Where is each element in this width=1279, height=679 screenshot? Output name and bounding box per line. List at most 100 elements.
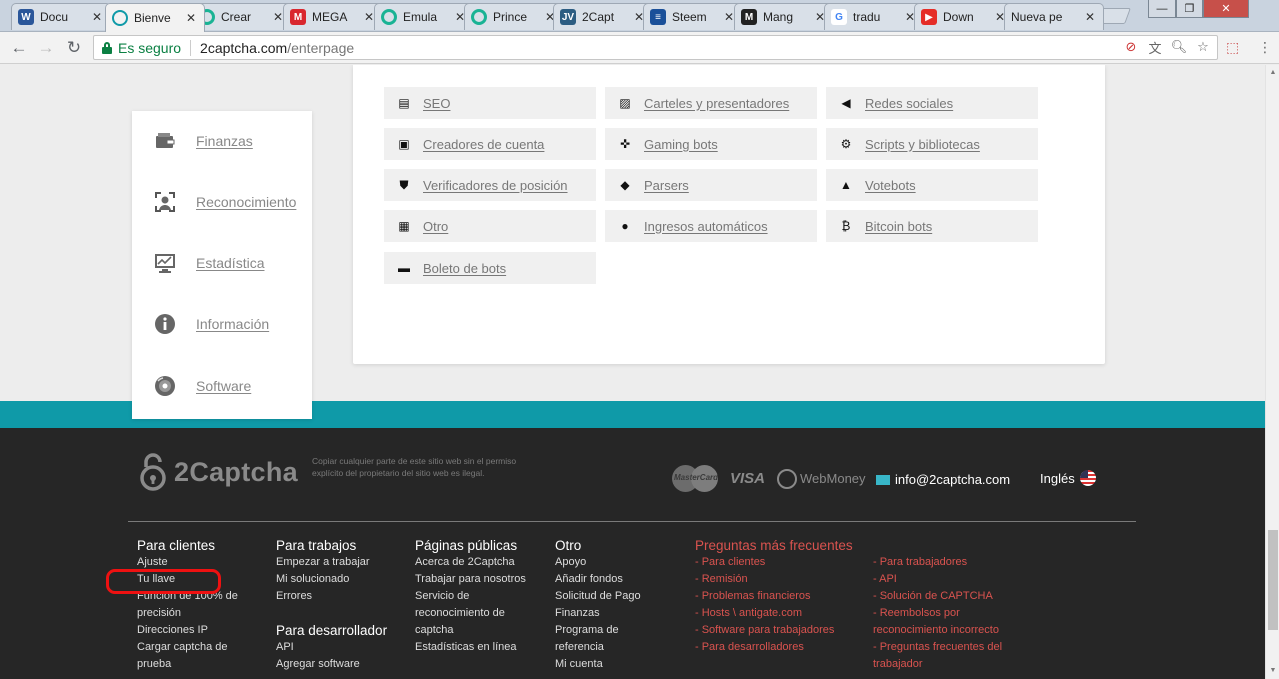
category-item[interactable]: ✜ Gaming bots (605, 128, 817, 160)
faq-link[interactable]: - Problemas financieros (695, 588, 865, 605)
category-label: Ingresos automáticos (644, 218, 768, 234)
mega-icon: M (290, 9, 306, 25)
tab-close-icon[interactable]: ✕ (186, 11, 198, 25)
tab-title: Nueva pe (1011, 10, 1063, 24)
category-item[interactable]: ▨ Carteles y presentadores (605, 87, 817, 119)
browser-tab[interactable]: Nueva pe ✕ (1004, 3, 1104, 30)
footer-link[interactable]: Servicio de reconocimiento de captcha (415, 588, 540, 639)
footer-col-faq-left: Preguntas más frecuentes - Para clientes -… (695, 537, 865, 656)
faq-link[interactable]: - Software para trabajadores (695, 622, 865, 639)
category-label: Redes sociales (865, 95, 954, 111)
sidebar-item-software[interactable]: Software (132, 371, 312, 401)
browser-tab[interactable]: Prince ✕ (464, 3, 564, 30)
category-item[interactable]: ⛊ Verificadores de posición (384, 169, 596, 201)
category-item[interactable]: ▬ Boleto de bots (384, 252, 596, 284)
tab-close-icon[interactable]: ✕ (92, 10, 104, 24)
footer-link[interactable]: Mi solucionado (276, 571, 401, 588)
forward-button[interactable]: → (35, 37, 57, 59)
footer-link[interactable]: Estadísticas en línea (415, 639, 540, 656)
bookmark-star-icon[interactable]: ☆ (1195, 39, 1211, 55)
category-item[interactable]: ▦ Otro (384, 210, 596, 242)
footer-link[interactable]: Errores (276, 588, 401, 605)
faq-link[interactable]: - Para trabajadores (873, 554, 1018, 571)
sidebar-item-estadistica[interactable]: Estadística (132, 248, 312, 278)
language-selector[interactable]: Inglés (1040, 470, 1096, 486)
footer-link[interactable]: Finanzas (555, 605, 665, 622)
footer-link[interactable]: Direcciones IP (137, 622, 262, 639)
tab-close-icon[interactable]: ✕ (1085, 10, 1097, 24)
zoom-icon[interactable]: 🔍︎ (1171, 39, 1188, 55)
footer-link[interactable]: Empezar a trabajar (276, 554, 401, 571)
footer-link[interactable]: Trabajar para nosotros (415, 571, 540, 588)
category-label: Otro (423, 218, 449, 234)
minimize-button[interactable]: — (1148, 0, 1176, 18)
browser-tab[interactable]: Bienve ✕ (105, 3, 205, 32)
category-label: SEO (423, 95, 451, 111)
footer-link[interactable]: Cargar captcha de prueba (137, 639, 262, 673)
faq-link[interactable]: - Reembolsos por reconocimiento incorrec… (873, 605, 1018, 639)
footer-heading: Para trabajos (276, 538, 357, 553)
faq-link[interactable]: - Para desarrolladores (695, 639, 865, 656)
footer-heading: Para desarrollador (276, 623, 388, 638)
browser-tab[interactable]: Gtradu ✕ (824, 3, 924, 30)
footer-link[interactable]: Añadir fondos (555, 571, 665, 588)
browser-tab[interactable]: Emula ✕ (374, 3, 474, 30)
blocked-icon[interactable]: ⊘ (1123, 39, 1139, 55)
info-icon (155, 314, 175, 334)
translate-icon[interactable]: 文 (1147, 39, 1163, 56)
browser-tab[interactable]: W Docu ✕ (11, 3, 111, 30)
sidebar-card: Finanzas Reconocimiento Estadística Info… (132, 111, 312, 419)
browser-tab[interactable]: Crear ✕ (192, 3, 292, 30)
category-item[interactable]: ▤ SEO (384, 87, 596, 119)
faq-link[interactable]: - Remisión (695, 571, 865, 588)
category-item[interactable]: ▣ Creadores de cuenta (384, 128, 596, 160)
tab-title: Mang (763, 10, 794, 24)
faq-link[interactable]: - Solución de CAPTCHA (873, 588, 1018, 605)
faq-link[interactable]: - Hosts \ antigate.com (695, 605, 865, 622)
scroll-thumb[interactable] (1268, 530, 1278, 630)
window-close-button[interactable]: ✕ (1203, 0, 1249, 18)
tab-title: Steem (672, 10, 707, 24)
category-card: ▤ SEO ▨ Carteles y presentadores ◀ Redes soci… (353, 65, 1105, 364)
category-item[interactable]: ● Ingresos automáticos (605, 210, 817, 242)
copyright-notice: Copiar cualquier parte de este sitio web… (312, 456, 517, 478)
maximize-button[interactable]: ❐ (1176, 0, 1203, 18)
category-item[interactable]: ◆ Parsers (605, 169, 817, 201)
faq-link[interactable]: - API (873, 571, 1018, 588)
back-button[interactable]: ← (8, 37, 30, 59)
faq-link[interactable]: - Para clientes (695, 554, 865, 571)
browser-tab[interactable]: ▶ Down ✕ (914, 3, 1014, 30)
category-item[interactable]: ▲ Votebots (826, 169, 1038, 201)
sidebar-item-informacion[interactable]: Información (132, 309, 312, 339)
scroll-up-arrow[interactable]: ▲ (1268, 67, 1278, 77)
menu-icon[interactable]: ⋮ (1258, 39, 1272, 56)
footer-link[interactable]: Mi cuenta (555, 656, 665, 673)
footer-link[interactable]: Solicitud de Pago (555, 588, 665, 605)
footer-link[interactable]: Agregar software (276, 656, 401, 673)
category-item[interactable]: ◀ Redes sociales (826, 87, 1038, 119)
sidebar-label: Software (196, 378, 252, 394)
sidebar-item-reconocimiento[interactable]: Reconocimiento (132, 187, 312, 217)
faq-link[interactable]: - Preguntas frecuentes del trabajador (873, 639, 1018, 673)
browser-tab[interactable]: M MEGA ✕ (283, 3, 383, 30)
browser-tab[interactable]: ≡ Steem ✕ (643, 3, 743, 30)
page-scrollbar[interactable]: ▲ ▼ (1265, 65, 1279, 679)
payment-methods: MasterCard VISA WebMoney (672, 465, 866, 492)
tab-title: Bienve (134, 11, 171, 25)
scroll-down-arrow[interactable]: ▼ (1268, 665, 1278, 675)
footer-logo[interactable]: 2Captcha (140, 453, 298, 491)
category-item[interactable]: ⚙ Scripts y bibliotecas (826, 128, 1038, 160)
reload-button[interactable]: ↻ (63, 37, 85, 59)
sidebar-item-finanzas[interactable]: Finanzas (132, 126, 312, 156)
footer-link[interactable]: Programa de referencia (555, 622, 665, 656)
category-item[interactable]: ₿ Bitcoin bots (826, 210, 1038, 242)
address-bar[interactable]: Es seguro 2captcha.com /enterpage ⊘ 文 🔍︎… (93, 35, 1218, 60)
footer-link[interactable]: Acerca de 2Captcha (415, 554, 540, 571)
browser-tab[interactable]: M Mang ✕ (734, 3, 834, 30)
footer-link[interactable]: Apoyo (555, 554, 665, 571)
footer-link[interactable]: API (276, 639, 401, 656)
email-link[interactable]: info@2captcha.com (876, 472, 1010, 487)
pdf-extension-icon[interactable]: ⬚ (1226, 39, 1239, 56)
browser-tab[interactable]: JV 2Capt ✕ (553, 3, 653, 30)
visa-icon: VISA (730, 470, 766, 487)
